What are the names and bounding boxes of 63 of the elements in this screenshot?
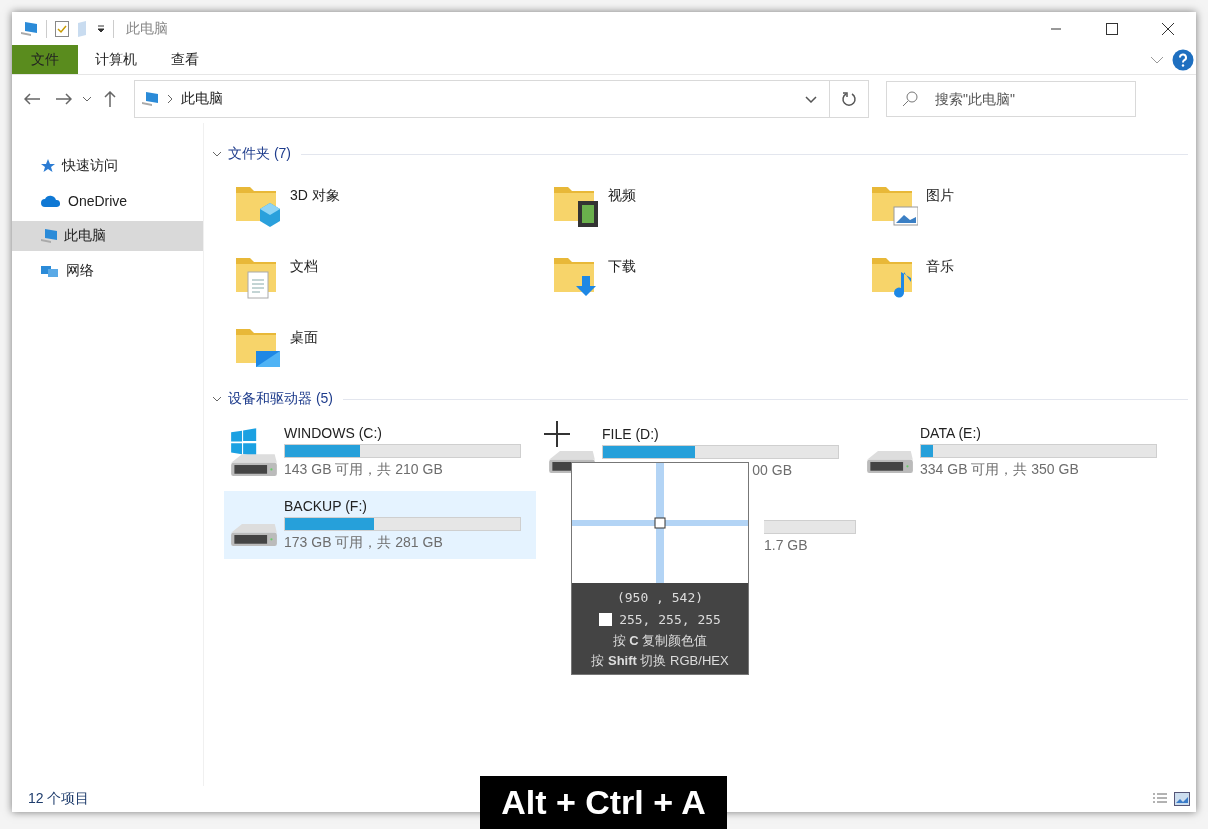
forward-arrow-icon[interactable] xyxy=(56,93,72,105)
sidebar-item[interactable]: 快速访问 xyxy=(12,151,203,181)
drive-usage: 143 GB 可用，共 210 GB xyxy=(284,461,444,479)
folder-name[interactable]: 音乐 xyxy=(926,258,954,276)
drive-usage: 173 GB 可用，共 281 GB xyxy=(284,534,444,552)
drive-usage: 1.7 GB xyxy=(764,537,809,553)
cloud-icon xyxy=(40,194,62,208)
dropdown-icon[interactable] xyxy=(97,24,105,33)
switch-hint: 按 Shift 切换 RGB/HEX xyxy=(591,653,729,669)
maximize-icon[interactable] xyxy=(1106,22,1118,35)
folder-name[interactable]: 图片 xyxy=(926,187,954,205)
drive-name: BACKUP (F:) xyxy=(284,498,368,514)
large-icons-view-icon[interactable] xyxy=(1174,792,1190,806)
rgb-value: 255, 255, 255 xyxy=(619,612,721,627)
search-icon xyxy=(902,91,918,107)
folder-name[interactable]: 桌面 xyxy=(290,329,318,347)
help-icon[interactable] xyxy=(1172,48,1194,71)
collapse-icon[interactable] xyxy=(212,396,222,402)
folder-name[interactable]: 文档 xyxy=(290,258,318,276)
file-menu-button[interactable]: 文件 xyxy=(12,45,78,74)
system-drive-icon xyxy=(230,427,278,477)
color-swatch xyxy=(599,613,613,626)
computer-icon xyxy=(40,228,58,244)
drive-usage: 00 GB xyxy=(751,462,792,478)
up-arrow-icon[interactable] xyxy=(104,91,116,107)
drive-tile[interactable]: BACKUP (F:) 173 GB 可用，共 281 GB xyxy=(224,491,536,559)
cursor-coordinates: (950 , 542) xyxy=(616,590,704,605)
back-arrow-icon[interactable] xyxy=(24,93,40,105)
sidebar-item[interactable]: 此电脑 xyxy=(12,221,203,251)
folder-name[interactable]: 下载 xyxy=(608,258,636,276)
recent-locations-icon[interactable] xyxy=(82,96,92,102)
group-header[interactable]: 设备和驱动器 (5) xyxy=(228,390,333,408)
window-title: 此电脑 xyxy=(126,19,168,38)
copy-hint: 按 C 复制颜色值 xyxy=(612,633,708,649)
drive-name: DATA (E:) xyxy=(920,425,982,441)
properties-icon[interactable] xyxy=(55,20,69,37)
drive-icon xyxy=(866,450,914,474)
close-icon[interactable] xyxy=(1162,22,1174,35)
refresh-icon[interactable] xyxy=(841,91,857,107)
search-field[interactable]: 搜索"此电脑" xyxy=(886,81,1136,117)
computer-icon[interactable] xyxy=(20,20,38,37)
ribbon-tab[interactable]: 计算机 xyxy=(78,45,154,74)
sidebar-item[interactable]: 网络 xyxy=(12,256,203,286)
crosshair-cursor-icon xyxy=(544,421,570,447)
star-icon xyxy=(40,158,56,174)
ribbon-tab[interactable]: 查看 xyxy=(154,45,216,74)
shortcut-caption: Alt + Ctrl + A xyxy=(480,776,727,829)
drive-name: FILE (D:) xyxy=(602,426,660,442)
address-path[interactable]: 此电脑 xyxy=(181,90,223,108)
chevron-down-icon[interactable] xyxy=(805,95,817,103)
group-header[interactable]: 文件夹 (7) xyxy=(228,145,291,163)
drive-name: WINDOWS (C:) xyxy=(284,425,383,441)
folder-name[interactable]: 视频 xyxy=(608,187,636,205)
drive-tile[interactable]: DATA (E:) 334 GB 可用，共 350 GB xyxy=(860,418,1172,486)
sidebar-item[interactable]: OneDrive xyxy=(12,186,203,216)
collapse-icon[interactable] xyxy=(212,151,222,157)
drive-icon xyxy=(230,523,278,547)
drive-tile[interactable]: WINDOWS (C:) 143 GB 可用，共 210 GB xyxy=(224,418,536,486)
item-count: 12 个项目 xyxy=(28,790,90,808)
network-icon xyxy=(40,263,60,279)
computer-icon xyxy=(141,91,159,107)
drive-usage: 334 GB 可用，共 350 GB xyxy=(920,461,1080,479)
folder-name[interactable]: 3D 对象 xyxy=(290,187,340,205)
